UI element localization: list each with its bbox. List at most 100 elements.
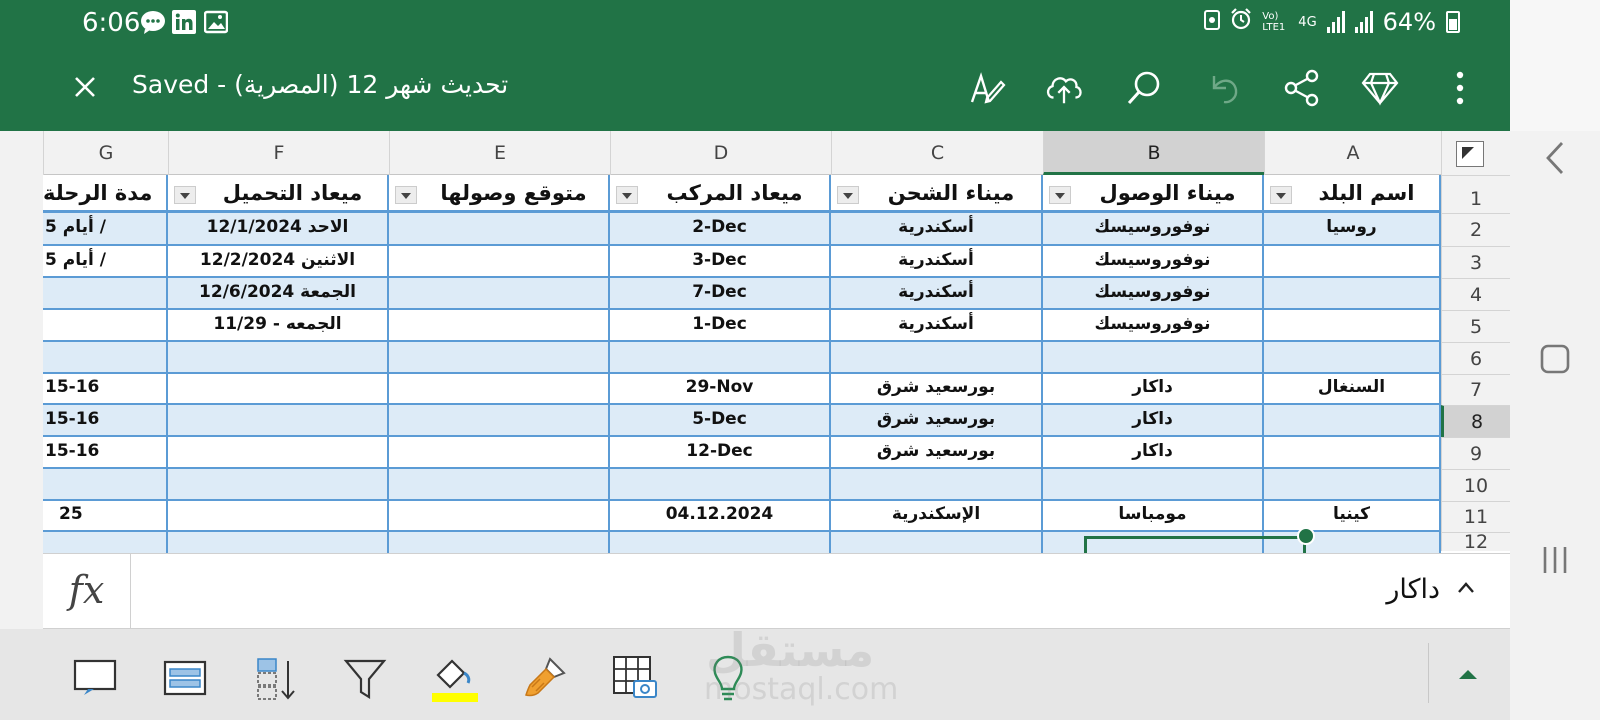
row-header-12[interactable]: 12 xyxy=(1441,532,1510,552)
cell-b11[interactable]: مومباسا xyxy=(1043,501,1264,532)
cell-g4[interactable] xyxy=(43,278,168,310)
fx-label[interactable]: fx xyxy=(43,554,131,630)
cell-f11[interactable] xyxy=(168,501,389,532)
table-header-f[interactable]: ميعاد التحميل xyxy=(168,175,389,213)
cell-c8[interactable]: بورسعيد شرق xyxy=(831,405,1043,437)
row-header-11[interactable]: 11 xyxy=(1441,501,1510,532)
cell-d9[interactable]: 12-Dec xyxy=(610,437,831,469)
column-header-g[interactable]: G xyxy=(43,131,168,175)
recents-button[interactable] xyxy=(1540,545,1570,579)
column-header-f[interactable]: F xyxy=(168,131,389,175)
cell-c2[interactable]: أسكندرية xyxy=(831,213,1043,246)
cell-d3[interactable]: 3-Dec xyxy=(610,246,831,278)
filter-button[interactable] xyxy=(340,653,390,703)
table-header-d[interactable]: ميعاد المركب xyxy=(610,175,831,213)
cell-g11[interactable]: 25 xyxy=(43,501,168,532)
comment-button[interactable] xyxy=(70,653,120,703)
cell-c7[interactable]: بورسعيد شرق xyxy=(831,374,1043,405)
cell-e5[interactable] xyxy=(389,310,610,342)
cell-c12[interactable] xyxy=(831,532,1043,553)
cell-f5[interactable]: الجمعه - 11/29 xyxy=(168,310,389,342)
cell-d2[interactable]: 2-Dec xyxy=(610,213,831,246)
row-header-6[interactable]: 6 xyxy=(1441,342,1510,374)
premium-button[interactable] xyxy=(1360,68,1400,108)
cell-a11[interactable]: كينيا xyxy=(1264,501,1441,532)
cell-b4[interactable]: نوفوروسيسك xyxy=(1043,278,1264,310)
cell-b7[interactable]: داكار xyxy=(1043,374,1264,405)
home-button[interactable] xyxy=(1540,344,1570,378)
cell-b9[interactable]: داكار xyxy=(1043,437,1264,469)
cell-c11[interactable]: الإسكندرية xyxy=(831,501,1043,532)
cell-d6[interactable] xyxy=(610,342,831,374)
cell-b12[interactable] xyxy=(1043,532,1264,553)
row-header-2[interactable]: 2 xyxy=(1441,213,1510,246)
row-header-9[interactable]: 9 xyxy=(1441,437,1510,469)
cell-g12[interactable] xyxy=(43,532,168,553)
filter-dropdown-icon[interactable] xyxy=(616,186,638,204)
cell-f4[interactable]: الجمعة 12/6/2024 xyxy=(168,278,389,310)
cell-d12[interactable] xyxy=(610,532,831,553)
format-table-button[interactable] xyxy=(160,653,210,703)
cell-c10[interactable] xyxy=(831,469,1043,501)
sort-button[interactable] xyxy=(250,653,300,703)
cell-c9[interactable]: بورسعيد شرق xyxy=(831,437,1043,469)
cell-e8[interactable] xyxy=(389,405,610,437)
column-header-d[interactable]: D xyxy=(610,131,831,175)
cell-d10[interactable] xyxy=(610,469,831,501)
cell-a10[interactable] xyxy=(1264,469,1441,501)
cell-a3[interactable] xyxy=(1264,246,1441,278)
cell-e9[interactable] xyxy=(389,437,610,469)
cell-g2[interactable]: أيام 5 / xyxy=(43,213,168,246)
row-header-7[interactable]: 7 xyxy=(1441,374,1510,405)
cell-d8[interactable]: 5-Dec xyxy=(610,405,831,437)
row-header-5[interactable]: 5 xyxy=(1441,310,1510,342)
cell-f10[interactable] xyxy=(168,469,389,501)
column-header-e[interactable]: E xyxy=(389,131,610,175)
undo-button[interactable] xyxy=(1204,68,1244,108)
format-painter-button[interactable] xyxy=(520,653,570,703)
cell-a6[interactable] xyxy=(1264,342,1441,374)
row-header-8[interactable]: 8 xyxy=(1441,405,1510,437)
cell-c3[interactable]: أسكندرية xyxy=(831,246,1043,278)
cell-b5[interactable]: نوفوروسيسك xyxy=(1043,310,1264,342)
column-header-a[interactable]: A xyxy=(1264,131,1441,175)
cell-e7[interactable] xyxy=(389,374,610,405)
row-header-4[interactable]: 4 xyxy=(1441,278,1510,310)
cell-a7[interactable]: السنغال xyxy=(1264,374,1441,405)
formula-input[interactable]: داكار xyxy=(1386,574,1440,605)
column-header-b[interactable]: B xyxy=(1043,131,1264,175)
cell-a4[interactable] xyxy=(1264,278,1441,310)
cell-f9[interactable] xyxy=(168,437,389,469)
cell-b8[interactable]: داكار xyxy=(1043,405,1264,437)
cell-a8[interactable] xyxy=(1264,405,1441,437)
cell-f2[interactable]: الاحد 12/1/2024 xyxy=(168,213,389,246)
document-title[interactable]: Saved - (المصرية) تحديث شهر 12 xyxy=(132,70,508,99)
cell-a5[interactable] xyxy=(1264,310,1441,342)
filter-dropdown-icon[interactable] xyxy=(395,186,417,204)
cell-b3[interactable]: نوفوروسيسك xyxy=(1043,246,1264,278)
cell-f8[interactable] xyxy=(168,405,389,437)
cell-a12[interactable] xyxy=(1264,532,1441,553)
cell-g9[interactable]: 15-16 xyxy=(43,437,168,469)
filter-dropdown-icon[interactable] xyxy=(1049,186,1071,204)
cell-g7[interactable]: 15-16 xyxy=(43,374,168,405)
cell-g5[interactable] xyxy=(43,310,168,342)
cell-e12[interactable] xyxy=(389,532,610,553)
screenshot-table-button[interactable] xyxy=(610,653,660,703)
cell-g8[interactable]: 15-16 xyxy=(43,405,168,437)
cell-e3[interactable] xyxy=(389,246,610,278)
cell-b6[interactable] xyxy=(1043,342,1264,374)
cell-f12[interactable] xyxy=(168,532,389,553)
cell-e2[interactable] xyxy=(389,213,610,246)
cell-d7[interactable]: 29-Nov xyxy=(610,374,831,405)
filter-dropdown-icon[interactable] xyxy=(837,186,859,204)
filter-dropdown-icon[interactable] xyxy=(174,186,196,204)
cell-a9[interactable] xyxy=(1264,437,1441,469)
cell-e6[interactable] xyxy=(389,342,610,374)
cell-e10[interactable] xyxy=(389,469,610,501)
cell-g10[interactable] xyxy=(43,469,168,501)
row-header-10[interactable]: 10 xyxy=(1441,469,1510,501)
share-button[interactable] xyxy=(1282,68,1322,108)
draw-button[interactable] xyxy=(967,68,1007,108)
cell-e11[interactable] xyxy=(389,501,610,532)
